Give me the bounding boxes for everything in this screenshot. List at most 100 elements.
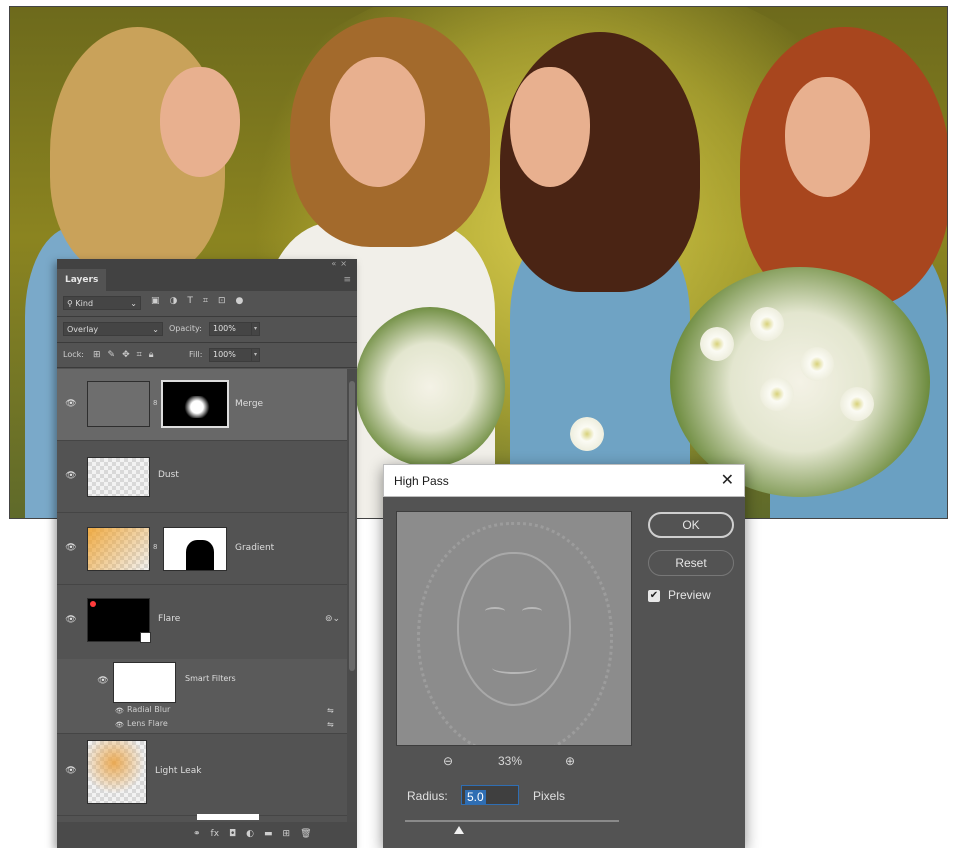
shape-filter-icon[interactable]: ⌗ [203, 296, 208, 306]
layer-dust[interactable]: 👁︎ Dust [57, 441, 347, 513]
zoom-level: 33% [498, 754, 523, 768]
radius-slider-handle[interactable] [454, 826, 464, 834]
layer-light-leak[interactable]: 👁︎ Light Leak [57, 735, 347, 816]
filter-toggle-icon[interactable]: ● [236, 296, 244, 306]
filter-row: ⚲ Kind ⌄ ▣ ◑ T ⌗ ⊡ ● [57, 291, 357, 315]
opacity-input[interactable]: 100% [209, 322, 253, 336]
filter-kind-select[interactable]: ⚲ Kind ⌄ [63, 296, 141, 310]
bouquet-left [355, 307, 505, 467]
smart-filter-indicator-icon[interactable]: ⊚⌄ [325, 614, 340, 624]
visibility-eye-icon[interactable]: 👁︎ [65, 765, 77, 777]
filter-radial-blur[interactable]: Radial Blur [127, 705, 170, 714]
layer-gradient[interactable]: 👁︎ 8 Gradient [57, 513, 347, 585]
new-group-icon[interactable]: ▬ [264, 829, 273, 839]
zoom-in-icon[interactable]: ⊕ [565, 754, 575, 768]
layers-tab-bar: Layers ≡ [57, 269, 357, 291]
link-icon: 8 [153, 399, 158, 407]
opacity-label: Opacity: [169, 324, 202, 333]
layer-merge[interactable]: 👁︎ 8 Merge [57, 369, 347, 441]
type-filter-icon[interactable]: T [187, 296, 193, 306]
close-icon[interactable]: ✕ [721, 470, 734, 489]
fill-input[interactable]: 100% [209, 348, 253, 362]
high-pass-dialog: High Pass ✕ OK Reset ✔ Preview ⊖ 33% ⊕ R… [383, 464, 745, 848]
face-2 [330, 57, 425, 187]
panel-header-strip: «× [57, 259, 357, 269]
blend-mode-select[interactable]: Overlay ⌄ [63, 322, 163, 336]
smart-filters-label: Smart Filters [185, 674, 236, 683]
smart-object-badge-icon [140, 632, 151, 643]
filter-icons: ▣ ◑ T ⌗ ⊡ ● [151, 296, 243, 306]
filter-lens-flare[interactable]: Lens Flare [127, 719, 168, 728]
trash-icon[interactable]: 🗑︎ [300, 829, 311, 839]
visibility-eye-icon[interactable]: 👁︎ [65, 398, 77, 410]
lock-row: Lock: ⊞ ✎ ✥ ⌗ 🔒︎ Fill: 100% ▾ [57, 343, 357, 367]
blending-options-icon[interactable]: ⇋ [327, 720, 334, 729]
dialog-title-bar: High Pass ✕ [383, 464, 745, 497]
radius-value: 5.0 [465, 790, 486, 804]
visibility-eye-icon[interactable]: 👁︎ [115, 707, 124, 715]
link-icon: 8 [153, 543, 158, 551]
lock-transparent-icon[interactable]: ⊞ [93, 348, 101, 362]
adjustment-filter-icon[interactable]: ◑ [170, 296, 178, 306]
visibility-eye-icon[interactable]: 👁︎ [97, 675, 109, 687]
zoom-out-icon[interactable]: ⊖ [443, 754, 453, 768]
layers-panel: «× Layers ≡ ⚲ Kind ⌄ ▣ ◑ T ⌗ ⊡ ● Overlay ⌄… [57, 259, 357, 848]
lock-all-icon[interactable]: 🔒︎ [149, 348, 154, 362]
lock-artboard-icon[interactable]: ⌗ [137, 348, 142, 362]
visibility-eye-icon[interactable]: 👁︎ [65, 542, 77, 554]
reset-button[interactable]: Reset [648, 550, 734, 576]
layers-bottom-bar: ⚭ fx ◘ ◐ ▬ ⊞ 🗑︎ [57, 822, 357, 848]
layer-name: Gradient [235, 543, 275, 553]
face-1 [160, 67, 240, 177]
lock-position-icon[interactable]: ✥ [122, 348, 130, 362]
blend-mode-label: Overlay [67, 325, 99, 334]
blending-options-icon[interactable]: ⇋ [327, 706, 334, 715]
fill-dropdown-icon[interactable]: ▾ [251, 348, 260, 362]
preview-checkbox[interactable]: ✔ [648, 590, 660, 602]
visibility-eye-icon[interactable]: 👁︎ [115, 721, 124, 729]
radius-input[interactable]: 5.0 [461, 785, 519, 805]
smart-object-filter-icon[interactable]: ⊡ [218, 296, 226, 306]
new-layer-icon[interactable]: ⊞ [283, 829, 291, 839]
lock-label: Lock: [63, 350, 84, 359]
fx-icon[interactable]: fx [211, 829, 220, 839]
panel-menu-icon[interactable]: ≡ [343, 275, 351, 285]
preview-label[interactable]: Preview [668, 588, 711, 602]
collapse-close-icon[interactable]: «× [331, 259, 351, 268]
add-mask-icon[interactable]: ◘ [229, 829, 236, 839]
layer-name: Dust [158, 470, 179, 480]
scrollbar-thumb[interactable] [349, 381, 355, 671]
filter-preview[interactable] [396, 511, 632, 746]
visibility-eye-icon[interactable]: 👁︎ [65, 614, 77, 626]
visibility-eye-icon[interactable]: 👁︎ [65, 470, 77, 482]
lock-icons: ⊞ ✎ ✥ ⌗ 🔒︎ [93, 348, 154, 362]
layer-name: Merge [235, 399, 264, 409]
layer-name: Flare [158, 614, 181, 624]
image-filter-icon[interactable]: ▣ [151, 296, 160, 306]
layers-scrollbar[interactable] [347, 369, 357, 844]
drag-bar [197, 814, 259, 820]
filter-kind-label: Kind [75, 299, 94, 308]
adjustment-layer-icon[interactable]: ◐ [246, 829, 254, 839]
blend-row: Overlay ⌄ Opacity: 100% ▾ [57, 317, 357, 341]
link-layers-icon[interactable]: ⚭ [193, 829, 201, 839]
layer-thumbnail [87, 598, 151, 643]
radius-slider-track[interactable] [405, 820, 619, 822]
chevron-down-icon: ⌄ [152, 325, 159, 334]
layer-thumbnail [87, 457, 150, 497]
layer-thumbnail [87, 740, 147, 804]
smart-filters-group: 👁︎ Smart Filters 👁︎ Radial Blur ⇋ 👁︎ Len… [57, 659, 347, 734]
dialog-title: High Pass [394, 474, 449, 488]
fill-label: Fill: [189, 350, 203, 359]
filter-mask-thumbnail [113, 662, 176, 703]
tab-layers[interactable]: Layers [57, 269, 107, 291]
lock-pixels-icon[interactable]: ✎ [108, 348, 116, 362]
face-3 [510, 67, 590, 187]
layer-flare[interactable]: 👁︎ Flare ⊚⌄ [57, 585, 347, 659]
ok-button[interactable]: OK [648, 512, 734, 538]
chevron-down-icon: ⌄ [130, 299, 137, 308]
opacity-dropdown-icon[interactable]: ▾ [251, 322, 260, 336]
face-4 [785, 77, 870, 197]
layer-mask-thumbnail [161, 380, 229, 428]
layer-thumbnail [87, 527, 150, 571]
